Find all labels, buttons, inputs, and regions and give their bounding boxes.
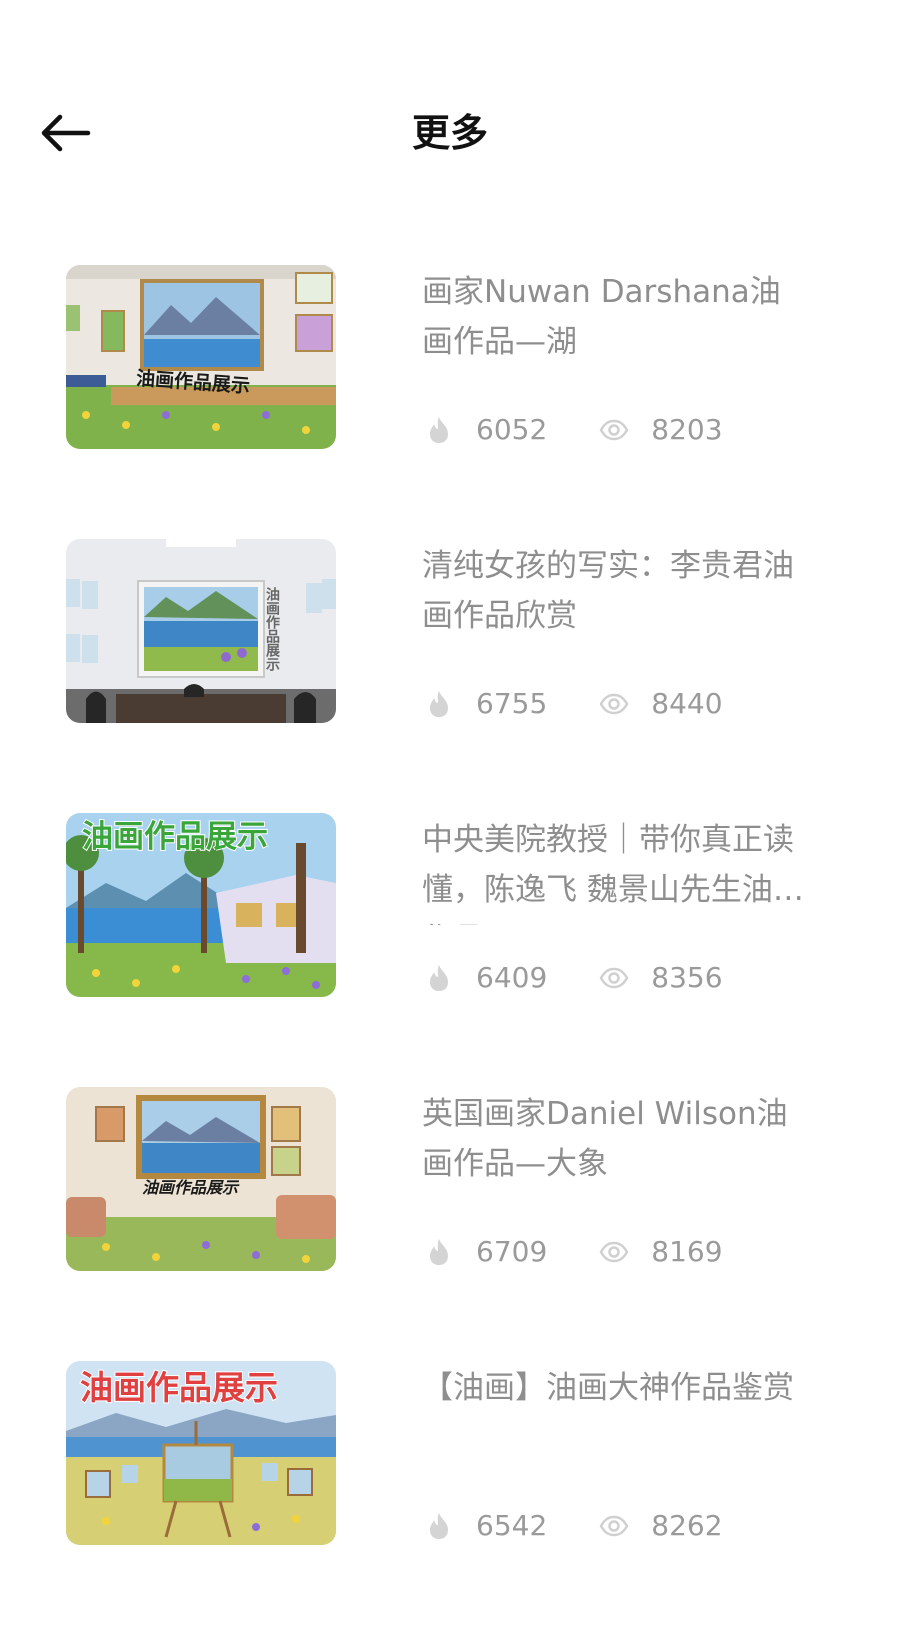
eye-icon [599,1515,629,1537]
likes-stat: 6709 [424,1232,547,1272]
eye-icon [599,419,629,441]
item-title: 中央美院教授｜带你真正读懂，陈逸飞 魏景山先生油画作品 [422,822,804,925]
article-list: 油画作品展示 画家Nuwan Darshana油画作品—湖 6052 8203 [0,265,900,1635]
eye-icon [599,967,629,989]
thumbnail-image: 油画作品展示 [66,539,336,723]
views-stat: 8356 [599,958,723,998]
list-item[interactable]: 油画作品展示 【油画】油画大神作品鉴赏 6542 8262 [0,1361,900,1635]
eye-icon [599,693,629,715]
item-title: 画家Nuwan Darshana油画作品—湖 [422,274,781,360]
item-stats: 6755 8440 [424,684,723,724]
thumbnail-image: 油画作品展示 [66,265,336,449]
thumbnail-caption: 油画作品展示 [264,586,280,672]
views-count: 8169 [651,1235,723,1268]
list-item[interactable]: 油画作品展示 清纯女孩的写实：李贵君油画作品欣赏 6755 8440 [0,539,900,813]
item-title: 清纯女孩的写实：李贵君油画作品欣赏 [422,548,794,634]
thumbnail-image: 油画作品展示 [66,813,336,997]
list-item[interactable]: 油画作品展示 中央美院教授｜带你真正读懂，陈逸飞 魏景山先生油画作品 6409 … [0,813,900,1087]
list-item[interactable]: 油画作品展示 画家Nuwan Darshana油画作品—湖 6052 8203 [0,265,900,539]
likes-count: 6052 [476,413,548,446]
likes-stat: 6755 [424,684,547,724]
likes-stat: 6542 [424,1506,547,1546]
thumbnail-caption: 油画作品展示 [142,1178,240,1197]
flame-icon [430,691,448,717]
thumbnail-caption: 油画作品展示 [80,1368,278,1407]
flame-icon [430,1513,448,1539]
list-item[interactable]: 油画作品展示 英国画家Daniel Wilson油画作品—大象 6709 816… [0,1087,900,1361]
views-count: 8203 [651,413,723,446]
item-stats: 6709 8169 [424,1232,723,1272]
flame-icon [430,965,448,991]
likes-count: 6542 [476,1509,548,1542]
item-stats: 6542 8262 [424,1506,723,1546]
views-count: 8356 [651,961,723,994]
thumbnail-image: 油画作品展示 [66,1087,336,1271]
views-stat: 8169 [599,1232,723,1272]
flame-icon [430,417,448,443]
likes-stat: 6409 [424,958,547,998]
thumbnail-caption: 油画作品展示 [82,819,268,855]
thumbnail-image: 油画作品展示 [66,1361,336,1545]
views-stat: 8203 [599,410,723,450]
item-stats: 6409 8356 [424,958,723,998]
page-title: 更多 [411,111,488,155]
views-stat: 8440 [599,684,723,724]
likes-count: 6755 [476,687,548,720]
likes-count: 6709 [476,1235,548,1268]
likes-stat: 6052 [424,410,547,450]
flame-icon [430,1239,448,1265]
views-stat: 8262 [599,1506,723,1546]
header: 更多 [0,0,900,220]
item-title: 【油画】油画大神作品鉴赏 [422,1370,794,1406]
views-count: 8440 [651,687,723,720]
eye-icon [599,1241,629,1263]
item-title: 英国画家Daniel Wilson油画作品—大象 [422,1096,788,1182]
likes-count: 6409 [476,961,548,994]
item-stats: 6052 8203 [424,410,723,450]
views-count: 8262 [651,1509,723,1542]
